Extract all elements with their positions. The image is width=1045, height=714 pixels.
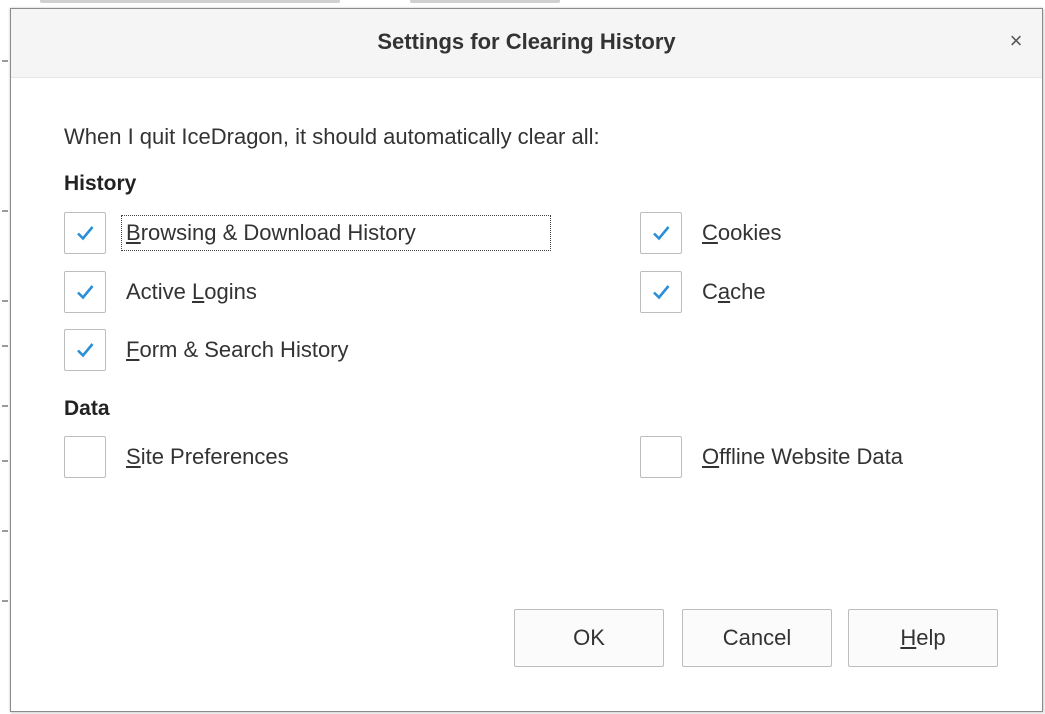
clear-history-settings-dialog: Settings for Clearing History × When I q… — [10, 8, 1043, 712]
background-mark — [2, 530, 8, 532]
checkmark-icon — [77, 343, 94, 358]
checkbox[interactable] — [64, 212, 106, 254]
option-site-preferences[interactable]: Site Preferences — [64, 435, 289, 479]
checkmark-icon — [653, 226, 670, 241]
ok-button[interactable]: OK — [514, 609, 664, 667]
checkmark-icon — [77, 285, 94, 300]
help-button-label: Help — [900, 625, 946, 650]
background-mark — [2, 210, 8, 212]
background-mark — [2, 60, 8, 62]
checkbox[interactable] — [640, 212, 682, 254]
background-link-fragment — [410, 0, 560, 3]
cancel-button[interactable]: Cancel — [682, 609, 832, 667]
background-mark — [2, 300, 8, 302]
help-button[interactable]: Help — [848, 609, 998, 667]
checkmark-icon — [77, 226, 94, 241]
background-mark — [2, 405, 8, 407]
access-key-f: F — [126, 337, 140, 362]
access-key-s: S — [126, 444, 141, 469]
access-key-o: O — [702, 444, 720, 469]
background-mark — [2, 345, 8, 347]
access-key-l: L — [192, 279, 205, 304]
checkmark-icon — [653, 285, 670, 300]
option-label: Offline Website Data — [702, 444, 903, 469]
data-section-heading: Data — [64, 397, 110, 420]
intro-text: When I quit IceDragon, it should automat… — [64, 124, 600, 149]
option-cache[interactable]: Cache — [640, 270, 766, 314]
option-browsing-download-history[interactable]: Browsing & Download History — [64, 211, 551, 255]
option-label: Site Preferences — [126, 444, 289, 469]
checkbox[interactable] — [640, 436, 682, 478]
dialog-title: Settings for Clearing History — [377, 29, 676, 54]
history-section-heading: History — [64, 172, 137, 195]
access-key-a: a — [717, 279, 731, 304]
access-key-b: B — [126, 220, 141, 245]
checkbox[interactable] — [640, 271, 682, 313]
access-key-c: C — [702, 220, 718, 245]
option-active-logins[interactable]: Active Logins — [64, 270, 257, 314]
option-label: Active Logins — [126, 279, 257, 304]
option-form-search-history[interactable]: Form & Search History — [64, 328, 349, 372]
background-mark — [2, 460, 8, 462]
checkbox[interactable] — [64, 271, 106, 313]
background-mark — [2, 600, 8, 602]
dialog-title-bar[interactable]: Settings for Clearing History × — [11, 9, 1042, 78]
background-text-fragment — [40, 0, 340, 3]
option-label: Cache — [702, 279, 766, 304]
checkbox[interactable] — [64, 436, 106, 478]
option-cookies[interactable]: Cookies — [640, 211, 781, 255]
option-label: Cookies — [702, 220, 782, 245]
option-label: Form & Search History — [126, 337, 349, 362]
checkbox[interactable] — [64, 329, 106, 371]
access-key-h: H — [900, 625, 917, 650]
option-label: Browsing & Download History — [121, 215, 551, 251]
close-icon[interactable]: × — [1004, 29, 1028, 53]
option-offline-website-data[interactable]: Offline Website Data — [640, 435, 903, 479]
